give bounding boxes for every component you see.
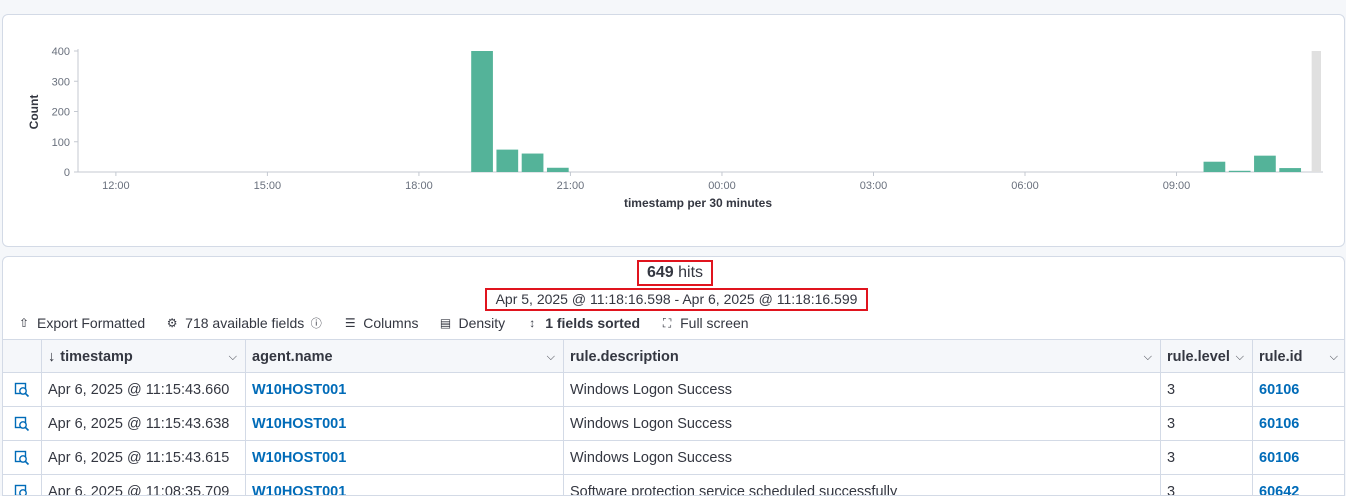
histogram-bar[interactable] [496, 149, 519, 172]
cell-rule-id-link[interactable]: 60106 [1253, 441, 1344, 475]
fields-icon: ⚙ [166, 316, 178, 330]
cell-agent-name-link[interactable]: W10HOST001 [246, 373, 564, 407]
cell-rule-description: Windows Logon Success [564, 441, 1161, 475]
grid-toolbar: ⇧ Export Formatted ⚙ 718 available fields ⓘ… [17, 314, 769, 332]
chevron-down-icon[interactable]: ⌵ [1144, 340, 1152, 374]
sort-icon: ↕ [529, 316, 536, 330]
list-icon: ☰ [344, 316, 356, 330]
y-axis-label: Count [27, 95, 41, 130]
cell-timestamp: Apr 6, 2025 @ 11:08:35.709 [42, 475, 246, 495]
available-fields-button[interactable]: ⚙ 718 available fields ⓘ [165, 315, 323, 331]
y-tick-label: 200 [52, 107, 70, 119]
x-axis: 12:00 15:00 18:00 21:00 00:00 03:00 06:00 09:00 [78, 171, 1323, 192]
x-tick-label: 21:00 [557, 180, 585, 192]
chevron-down-icon[interactable]: ⌵ [547, 340, 555, 374]
column-header-rule-level[interactable]: rule.level ⌵ [1161, 340, 1253, 374]
histogram-bar[interactable] [471, 51, 493, 172]
column-header-rule-description[interactable]: rule.description ⌵ [564, 340, 1161, 374]
table-density-icon: ▤ [439, 316, 452, 330]
inspect-icon [14, 382, 30, 398]
x-tick-label: 06:00 [1011, 180, 1039, 192]
current-bucket-shade [1311, 51, 1321, 172]
results-panel: 649 hits Apr 5, 2025 @ 11:18:16.598 - Ap… [2, 256, 1345, 496]
density-button[interactable]: ▤ Density [439, 315, 505, 331]
header-control-cell [3, 340, 42, 374]
cell-timestamp: Apr 6, 2025 @ 11:15:43.615 [42, 441, 246, 475]
y-tick-label: 100 [52, 137, 70, 149]
x-tick-label: 12:00 [102, 180, 130, 192]
y-tick-label: 0 [64, 167, 70, 179]
cell-rule-description: Software protection service scheduled su… [564, 475, 1161, 495]
cell-rule-description: Windows Logon Success [564, 407, 1161, 441]
export-formatted-button[interactable]: ⇧ Export Formatted [17, 315, 145, 331]
grid-header-row: ↓ timestamp ⌵ agent.name ⌵ rule.description… [3, 339, 1344, 374]
x-tick-label: 15:00 [254, 180, 282, 192]
y-tick-label: 400 [52, 46, 70, 58]
cell-rule-id-link[interactable]: 60106 [1253, 373, 1344, 407]
histogram-bar[interactable] [1228, 170, 1251, 172]
cell-rule-description: Windows Logon Success [564, 373, 1161, 407]
cell-agent-name-link[interactable]: W10HOST001 [246, 441, 564, 475]
cell-rule-level: 3 [1161, 373, 1253, 407]
inspect-document-button[interactable] [3, 373, 42, 407]
column-header-rule-id[interactable]: rule.id ⌵ [1253, 340, 1344, 374]
column-header-timestamp[interactable]: ↓ timestamp ⌵ [42, 340, 246, 374]
inspect-icon [14, 450, 30, 466]
columns-button[interactable]: ☰ Columns [343, 315, 419, 331]
cell-agent-name-link[interactable]: W10HOST001 [246, 475, 564, 495]
table-row: Apr 6, 2025 @ 11:15:43.660 W10HOST001 Wi… [3, 373, 1344, 407]
export-icon: ⇧ [18, 316, 30, 330]
table-row: Apr 6, 2025 @ 11:08:35.709 W10HOST001 So… [3, 475, 1344, 495]
cell-timestamp: Apr 6, 2025 @ 11:15:43.638 [42, 407, 246, 441]
chevron-down-icon[interactable]: ⌵ [1330, 340, 1338, 374]
bar-series [471, 51, 1321, 172]
inspect-document-button[interactable] [3, 475, 42, 495]
table-row: Apr 6, 2025 @ 11:15:43.638 W10HOST001 Wi… [3, 407, 1344, 441]
hits-count: 649 [646, 264, 674, 281]
inspect-document-button[interactable] [3, 441, 42, 475]
histogram-panel: 0 100 200 300 400 12:00 15:00 18:00 21:00 00:00 0… [2, 14, 1345, 247]
chevron-down-icon[interactable]: ⌵ [229, 340, 237, 374]
full-screen-button[interactable]: ⛶ Full screen [660, 315, 749, 331]
histogram-bar[interactable] [1203, 161, 1226, 172]
info-icon: ⓘ [310, 318, 322, 330]
table-row: Apr 6, 2025 @ 11:15:43.615 W10HOST001 Wi… [3, 441, 1344, 475]
x-axis-label: timestamp per 30 minutes [624, 196, 772, 210]
fullscreen-icon: ⛶ [662, 315, 672, 330]
cell-agent-name-link[interactable]: W10HOST001 [246, 407, 564, 441]
x-tick-label: 00:00 [708, 180, 736, 192]
sort-desc-icon: ↓ [48, 349, 56, 365]
cell-rule-id-link[interactable]: 60642 [1253, 475, 1344, 495]
chevron-down-icon[interactable]: ⌵ [1236, 340, 1244, 374]
histogram-bar[interactable] [1254, 155, 1276, 172]
x-tick-label: 09:00 [1163, 180, 1191, 192]
hits-label: hits [678, 264, 704, 281]
cell-rule-level: 3 [1161, 475, 1253, 495]
sort-fields-button[interactable]: ↕ 1 fields sorted [525, 315, 640, 331]
cell-rule-id-link[interactable]: 60106 [1253, 407, 1344, 441]
cell-rule-level: 3 [1161, 407, 1253, 441]
histogram-bar[interactable] [521, 153, 544, 172]
histogram-bar[interactable] [1279, 168, 1302, 172]
hits-count-box: 649 hits [637, 260, 713, 286]
x-tick-label: 18:00 [405, 180, 433, 192]
inspect-icon [14, 484, 27, 495]
y-axis: 0 100 200 300 400 [52, 46, 79, 179]
x-tick-label: 03:00 [860, 180, 888, 192]
inspect-document-button[interactable] [3, 407, 42, 441]
cell-rule-level: 3 [1161, 441, 1253, 475]
inspect-icon [14, 416, 30, 432]
histogram-chart: 0 100 200 300 400 12:00 15:00 18:00 21:00 00:00 0… [27, 46, 1323, 210]
time-range: Apr 5, 2025 @ 11:18:16.598 - Apr 6, 2025… [485, 288, 868, 311]
cell-timestamp: Apr 6, 2025 @ 11:15:43.660 [42, 373, 246, 407]
y-tick-label: 300 [52, 76, 70, 88]
column-header-agent-name[interactable]: agent.name ⌵ [246, 340, 564, 374]
histogram-bar[interactable] [546, 167, 569, 172]
